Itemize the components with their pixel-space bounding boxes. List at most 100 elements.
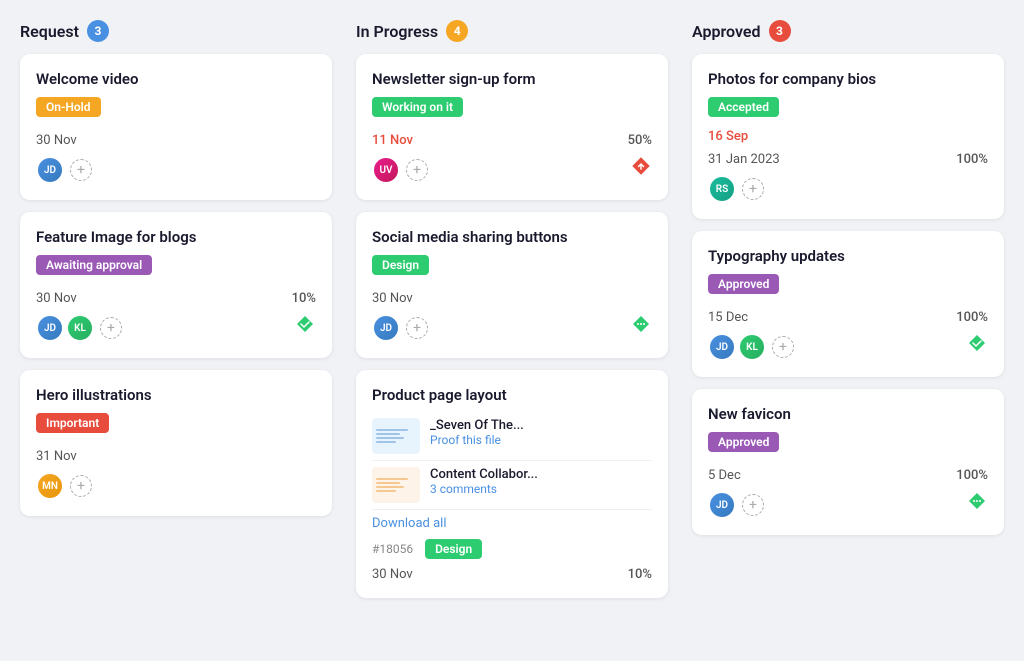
card-avatars: JD+ <box>708 491 764 519</box>
card-percent: 10% <box>628 567 652 582</box>
card-tag: Approved <box>708 432 779 452</box>
check-diamond-icon <box>294 313 316 335</box>
card-avatars-row: UV + <box>372 148 652 184</box>
column-badge: 3 <box>769 20 791 42</box>
column-approved: Approved 3 Photos for company bios Accept… <box>692 20 1004 610</box>
card-footer: 30 Nov <box>372 291 652 306</box>
card-tag: On-Hold <box>36 97 101 117</box>
file-name: Content Collabor... <box>430 467 538 482</box>
card-hero-illustrations: Hero illustrationsImportant 31 Nov MN+ <box>20 370 332 516</box>
card-title: Newsletter sign-up form <box>372 70 652 88</box>
avatar: JD <box>36 156 64 184</box>
card-date: 31 Nov <box>36 449 77 464</box>
card-date: 30 Nov <box>36 133 77 148</box>
card-percent: 100% <box>956 310 988 325</box>
card-footer: 30 Nov 10% <box>36 291 316 306</box>
column-badge: 3 <box>87 20 109 42</box>
column-title: In Progress <box>356 22 438 41</box>
card-avatars-row: JDKL+ <box>36 306 316 342</box>
avatar: UV <box>372 156 400 184</box>
card-avatars-row: JD + <box>36 148 316 184</box>
avatar: MN <box>36 472 64 500</box>
card-percent: 100% <box>956 468 988 483</box>
card-date: 30 Nov <box>372 291 413 306</box>
card-avatars: RS+ <box>708 175 764 203</box>
avatar: KL <box>738 333 766 361</box>
column-header-approved: Approved 3 <box>692 20 1004 42</box>
add-assignee-button[interactable]: + <box>772 336 794 358</box>
card-date: 5 Dec <box>708 468 741 483</box>
task-tag: Design <box>425 539 482 559</box>
add-assignee-button[interactable]: + <box>100 317 122 339</box>
card-product-page-layout: Product page layout _Seven Of The... Pro… <box>356 370 668 598</box>
diamond-dots-icon <box>966 490 988 512</box>
card-tag: Design <box>372 255 429 275</box>
card-title: Hero illustrations <box>36 386 316 404</box>
card-photos-company-bios: Photos for company bios Accepted 16 Sep 3… <box>692 54 1004 219</box>
add-assignee-button[interactable]: + <box>70 475 92 497</box>
file-info: _Seven Of The... Proof this file <box>430 418 524 447</box>
diamond-dots-icon <box>630 313 652 335</box>
card-footer: 30 Nov <box>36 133 316 148</box>
card-date: 15 Dec <box>708 310 748 325</box>
add-assignee-button[interactable]: + <box>742 178 764 200</box>
card-tag: Working on it <box>372 97 463 117</box>
card-footer: 31 Nov <box>36 449 316 464</box>
card-title: New favicon <box>708 405 988 423</box>
card-typography-updates: Typography updatesApproved 15 Dec 100% J… <box>692 231 1004 377</box>
file-thumbnail <box>372 467 420 503</box>
column-title: Request <box>20 22 79 41</box>
file-info: Content Collabor... 3 comments <box>430 467 538 496</box>
card-percent: 50% <box>628 133 652 148</box>
add-assignee-button[interactable]: + <box>742 494 764 516</box>
card-date-red-row: 16 Sep <box>708 125 988 144</box>
card-avatars: JDKL+ <box>36 314 122 342</box>
card-date2: 31 Jan 2023 <box>708 152 780 167</box>
card-title: Product page layout <box>372 386 652 404</box>
file-action-comments[interactable]: 3 comments <box>430 482 538 496</box>
card-date-red: 16 Sep <box>708 129 748 144</box>
file-thumbnail <box>372 418 420 454</box>
card-date: 30 Nov <box>372 567 413 582</box>
file-action-proof[interactable]: Proof this file <box>430 433 524 447</box>
card-avatars-row: MN + <box>36 464 316 500</box>
column-badge: 4 <box>446 20 468 42</box>
card-social-media-buttons: Social media sharing buttons Design 30 No… <box>356 212 668 358</box>
add-assignee-button[interactable]: + <box>406 317 428 339</box>
column-request: Request 3 Welcome videoOn-Hold 30 Nov JD… <box>20 20 332 610</box>
card-title: Typography updates <box>708 247 988 265</box>
avatar: KL <box>66 314 94 342</box>
kanban-board: Request 3 Welcome videoOn-Hold 30 Nov JD… <box>20 20 1004 610</box>
card-avatars: UV + <box>372 156 428 184</box>
column-header-in-progress: In Progress 4 <box>356 20 668 42</box>
card-avatars-row: JD+ <box>708 483 988 519</box>
card-avatars: JD+ <box>372 314 428 342</box>
add-assignee-button[interactable]: + <box>70 159 92 181</box>
card-footer: 11 Nov 50% <box>372 133 652 148</box>
card-avatars: MN + <box>36 472 92 500</box>
card-date-red: 11 Nov <box>372 133 413 148</box>
card-avatars-row: JDKL+ <box>708 325 988 361</box>
card-date: 30 Nov <box>36 291 77 306</box>
card-tag: Approved <box>708 274 779 294</box>
column-header-request: Request 3 <box>20 20 332 42</box>
file-item: _Seven Of The... Proof this file <box>372 412 652 461</box>
card-avatars-row: RS+ <box>708 167 988 203</box>
file-name: _Seven Of The... <box>430 418 524 433</box>
card-avatars: JD + <box>36 156 92 184</box>
card-feature-image: Feature Image for blogsAwaiting approval… <box>20 212 332 358</box>
task-id: #18056 <box>372 542 413 556</box>
task-meta: #18056 Design <box>372 539 652 559</box>
arrow-up-icon <box>630 155 652 177</box>
card-title: Photos for company bios <box>708 70 988 88</box>
card-welcome-video: Welcome videoOn-Hold 30 Nov JD+ <box>20 54 332 200</box>
download-all-link[interactable]: Download all <box>372 516 447 531</box>
file-item: Content Collabor... 3 comments <box>372 461 652 510</box>
add-assignee-button[interactable]: + <box>406 159 428 181</box>
card-tag: Accepted <box>708 97 779 117</box>
check-diamond-icon <box>966 332 988 354</box>
card-percent: 10% <box>292 291 316 306</box>
card-title: Social media sharing buttons <box>372 228 652 246</box>
column-title: Approved <box>692 22 761 41</box>
card-new-favicon: New favicon Approved 5 Dec 100% JD+ <box>692 389 1004 535</box>
